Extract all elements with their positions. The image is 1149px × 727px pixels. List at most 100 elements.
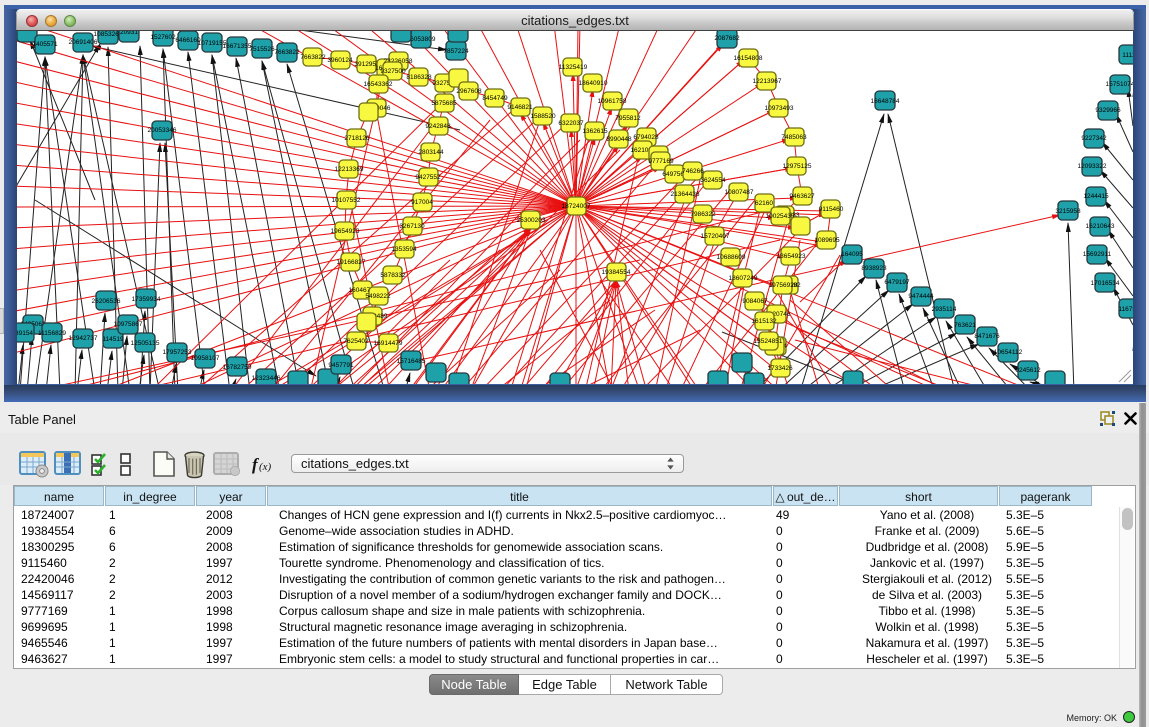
svg-text:114519: 114519 xyxy=(102,336,124,343)
svg-text:1615132: 1615132 xyxy=(751,318,777,325)
svg-text:12323446: 12323446 xyxy=(252,375,281,382)
svg-text:18724007: 18724007 xyxy=(562,203,591,210)
svg-text:15720407: 15720407 xyxy=(701,233,730,240)
svg-text:8186328: 8186328 xyxy=(406,74,432,81)
svg-text:7515526: 7515526 xyxy=(249,46,275,53)
svg-text:12093322: 12093322 xyxy=(1078,163,1107,170)
svg-text:19166827: 19166827 xyxy=(337,259,366,266)
svg-text:9245612: 9245612 xyxy=(1015,367,1041,374)
svg-text:(x): (x) xyxy=(259,461,272,473)
svg-text:3624554: 3624554 xyxy=(700,177,726,184)
svg-text:25300203: 25300203 xyxy=(517,217,546,224)
svg-text:3267130: 3267130 xyxy=(399,223,425,230)
svg-text:19654923: 19654923 xyxy=(331,228,360,235)
svg-text:16543362: 16543362 xyxy=(364,81,393,88)
svg-text:9777169: 9777169 xyxy=(648,158,674,165)
svg-text:16914479: 16914479 xyxy=(374,340,403,347)
svg-text:15751074: 15751074 xyxy=(1106,81,1133,88)
svg-text:9227342: 9227342 xyxy=(1081,135,1107,142)
svg-text:2087682: 2087682 xyxy=(714,35,740,42)
svg-text:15692911: 15692911 xyxy=(1083,251,1112,258)
svg-text:6794028: 6794028 xyxy=(633,134,659,141)
svg-text:12213967: 12213967 xyxy=(753,78,782,85)
svg-text:7663822: 7663822 xyxy=(300,54,326,61)
svg-text:11325419: 11325419 xyxy=(559,64,588,71)
svg-text:164095: 164095 xyxy=(841,251,863,258)
svg-text:16210643: 16210643 xyxy=(1086,223,1115,230)
svg-text:10107552: 10107552 xyxy=(332,197,361,204)
svg-text:9146821: 9146821 xyxy=(507,104,533,111)
svg-text:10807487: 10807487 xyxy=(725,189,754,196)
svg-text:7955812: 7955812 xyxy=(615,115,641,122)
svg-text:5878332: 5878332 xyxy=(380,272,406,279)
svg-text:10961758: 10961758 xyxy=(598,98,627,105)
svg-text:10973493: 10973493 xyxy=(765,105,794,112)
svg-text:1244415: 1244415 xyxy=(1083,193,1109,200)
svg-text:17359934: 17359934 xyxy=(132,296,161,303)
svg-text:16671355: 16671355 xyxy=(223,43,252,50)
svg-text:15716485: 15716485 xyxy=(397,358,426,365)
svg-text:2967608: 2967608 xyxy=(456,88,482,95)
svg-text:5875685: 5875685 xyxy=(431,100,457,107)
svg-text:5498222: 5498222 xyxy=(365,293,391,300)
svg-text:7485063: 7485063 xyxy=(781,134,807,141)
svg-text:9115460: 9115460 xyxy=(819,206,844,213)
svg-text:1733426: 1733426 xyxy=(767,365,793,372)
svg-text:17016534: 17016534 xyxy=(1091,280,1120,287)
svg-text:9463627: 9463627 xyxy=(789,193,815,200)
svg-text:3215958: 3215958 xyxy=(1055,208,1081,215)
svg-text:7986322: 7986322 xyxy=(690,211,716,218)
svg-text:18607249: 18607249 xyxy=(729,275,758,282)
svg-text:917004: 917004 xyxy=(411,199,433,206)
svg-text:2803144: 2803144 xyxy=(418,149,444,156)
svg-text:746266: 746266 xyxy=(682,168,704,175)
svg-text:10654112: 10654112 xyxy=(994,349,1023,356)
svg-text:26206536: 26206536 xyxy=(92,298,121,305)
svg-text:12975125: 12975125 xyxy=(783,163,812,170)
svg-text:12505135: 12505135 xyxy=(131,340,160,347)
svg-text:62160: 62160 xyxy=(755,200,773,207)
svg-text:1405571: 1405571 xyxy=(32,41,58,48)
svg-text:20053346: 20053346 xyxy=(148,127,177,134)
svg-text:12213369: 12213369 xyxy=(335,166,364,173)
svg-text:9327500: 9327500 xyxy=(380,68,406,75)
svg-text:9427552: 9427552 xyxy=(415,174,441,181)
svg-text:10958107: 10958107 xyxy=(191,355,220,362)
svg-text:19384554: 19384554 xyxy=(602,269,631,276)
svg-text:9457791: 9457791 xyxy=(328,362,354,369)
svg-text:12942737: 12942737 xyxy=(69,335,98,342)
svg-text:9474444: 9474444 xyxy=(908,293,934,300)
svg-text:9329966: 9329966 xyxy=(1095,107,1121,114)
svg-text:16782759: 16782759 xyxy=(223,364,252,371)
svg-text:3960124: 3960124 xyxy=(327,57,353,64)
svg-text:17957253: 17957253 xyxy=(163,349,192,356)
svg-text:13654923: 13654923 xyxy=(777,253,806,260)
svg-text:8454749: 8454749 xyxy=(482,95,508,102)
svg-text:7625402: 7625402 xyxy=(343,338,369,345)
svg-text:10688609: 10688609 xyxy=(717,254,746,261)
svg-text:39154: 39154 xyxy=(17,330,33,337)
svg-text:1112: 1112 xyxy=(1122,52,1133,59)
svg-text:16648784: 16648784 xyxy=(871,98,900,105)
svg-text:10975867: 10975867 xyxy=(114,321,143,328)
svg-text:9242848: 9242848 xyxy=(425,123,451,130)
svg-text:2718126: 2718126 xyxy=(344,135,370,142)
svg-text:1362615: 1362615 xyxy=(582,128,608,135)
svg-text:18640910: 18640910 xyxy=(579,80,608,87)
svg-text:6479197: 6479197 xyxy=(884,279,910,286)
svg-text:9084067: 9084067 xyxy=(742,298,768,305)
svg-text:116753: 116753 xyxy=(1118,306,1133,313)
svg-text:11156829: 11156829 xyxy=(38,330,66,337)
svg-text:10025433: 10025433 xyxy=(766,213,795,220)
svg-text:1353594: 1353594 xyxy=(391,246,417,253)
svg-text:8471676: 8471676 xyxy=(974,333,1000,340)
svg-text:21364436: 21364436 xyxy=(671,191,700,198)
svg-text:20931: 20931 xyxy=(120,31,138,36)
svg-text:6322037: 6322037 xyxy=(558,120,584,127)
svg-text:19756928: 19756928 xyxy=(769,282,798,289)
svg-text:8938923: 8938923 xyxy=(861,265,887,272)
svg-text:763621: 763621 xyxy=(954,322,976,329)
svg-text:13524851: 13524851 xyxy=(754,338,783,345)
svg-text:2935114: 2935114 xyxy=(932,306,957,313)
svg-text:7663822: 7663822 xyxy=(274,49,300,56)
